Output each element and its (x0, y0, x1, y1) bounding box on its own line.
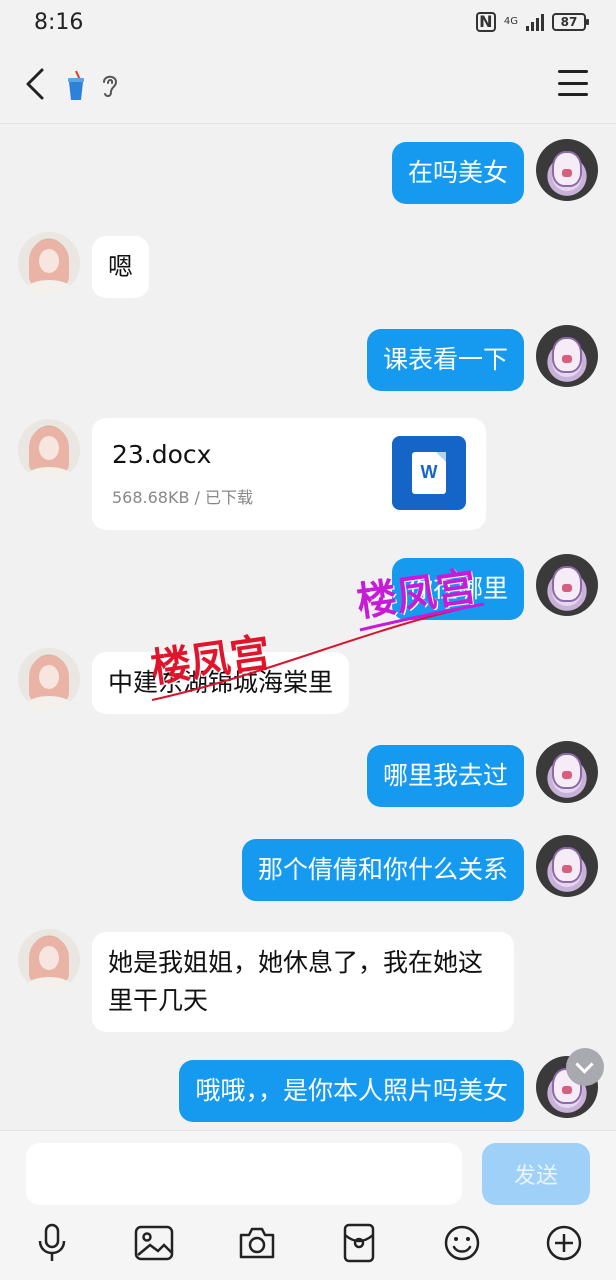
contact-avatar[interactable] (18, 648, 80, 710)
status-bar: 8:16 N 4G 87 (0, 0, 616, 48)
red-packet-icon[interactable] (335, 1219, 383, 1267)
message-bubble-theirs[interactable]: 她是我姐姐，她休息了，我在她这里干几天 (92, 932, 514, 1032)
status-icons: N 4G 87 (475, 12, 589, 32)
file-name: 23.docx (112, 440, 212, 469)
contact-avatar[interactable] (18, 419, 80, 481)
my-avatar[interactable] (536, 741, 598, 803)
scroll-to-bottom-button[interactable] (566, 1048, 604, 1086)
image-icon[interactable] (130, 1219, 178, 1267)
my-avatar[interactable] (536, 325, 598, 387)
message-bubble-theirs[interactable]: 中建东湖锦城海棠里 (92, 652, 350, 714)
message-bubble-mine[interactable]: 哪里我去过 (366, 745, 524, 807)
plus-icon[interactable] (540, 1219, 588, 1267)
chat-messages[interactable]: 在吗美女 嗯 课表看一下 23.docx 568.68KB / 已下载 W 你在… (0, 124, 616, 1130)
file-message-card[interactable]: 23.docx 568.68KB / 已下载 W (92, 418, 486, 530)
contact-avatar[interactable] (18, 232, 80, 294)
message-bubble-theirs[interactable]: 嗯 (92, 236, 150, 298)
input-area: 发送 (0, 1130, 616, 1280)
status-time: 8:16 (34, 10, 84, 35)
chat-header (0, 48, 616, 124)
message-bubble-mine[interactable]: 在吗美女 (391, 142, 524, 204)
message-bubble-mine[interactable]: 那个倩倩和你什么关系 (241, 839, 524, 901)
input-toolbar (0, 1219, 616, 1271)
emoji-icon[interactable] (438, 1219, 486, 1267)
message-bubble-mine[interactable]: 你在哪里 (391, 558, 524, 620)
chevron-left-icon (26, 68, 44, 100)
menu-button[interactable] (558, 70, 588, 96)
my-avatar[interactable] (536, 139, 598, 201)
word-doc-icon: W (392, 436, 466, 510)
send-button[interactable]: 发送 (482, 1143, 590, 1205)
network-type: 4G (503, 16, 518, 27)
back-button[interactable] (18, 64, 58, 104)
contact-avatar[interactable] (18, 929, 80, 991)
battery-icon: 87 (552, 13, 589, 31)
microphone-icon[interactable] (28, 1219, 76, 1267)
message-bubble-mine[interactable]: 哦哦，，是你本人照片吗美女 (179, 1060, 524, 1122)
signal-icon (526, 13, 544, 31)
message-bubble-mine[interactable]: 课表看一下 (366, 329, 524, 391)
my-avatar[interactable] (536, 835, 598, 897)
message-input[interactable] (26, 1143, 462, 1205)
ear-icon[interactable] (100, 72, 120, 100)
my-avatar[interactable] (536, 554, 598, 616)
cup-emoji-icon (68, 70, 84, 100)
file-meta: 568.68KB / 已下载 (112, 488, 254, 507)
nfc-icon: N (475, 12, 496, 32)
camera-icon[interactable] (233, 1219, 281, 1267)
